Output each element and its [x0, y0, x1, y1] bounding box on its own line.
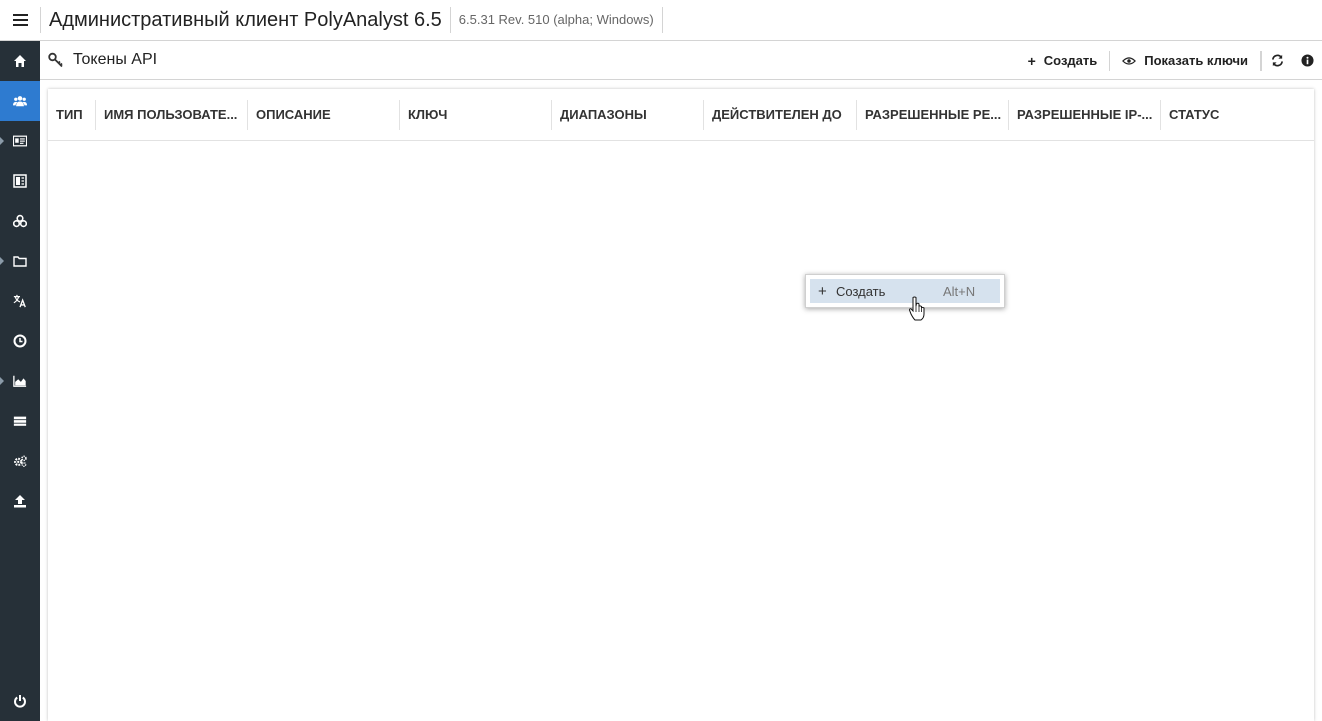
sidebar-item-history[interactable] — [0, 321, 40, 361]
sidebar-item-dictionary[interactable] — [0, 161, 40, 201]
page-title: Токены API — [73, 51, 158, 68]
sidebar-item-id-card[interactable] — [0, 121, 40, 161]
id-card-icon — [13, 135, 27, 147]
sidebar-item-servers[interactable] — [0, 401, 40, 441]
power-icon — [14, 695, 26, 708]
context-menu-create[interactable]: + Создать Alt+N — [810, 279, 1000, 303]
table-header: ТИП ИМЯ ПОЛЬЗОВАТЕ... ОПИСАНИЕ КЛЮЧ ДИАП… — [48, 89, 1314, 141]
sidebar-item-settings[interactable] — [0, 441, 40, 481]
folder-icon — [13, 256, 27, 267]
sidebar — [0, 41, 40, 721]
server-icon — [13, 416, 27, 426]
column-header-scopes[interactable]: ДИАПАЗОНЫ — [552, 100, 704, 130]
context-menu: + Создать Alt+N — [805, 274, 1005, 308]
cubes-icon — [13, 214, 27, 228]
sidebar-item-users[interactable] — [0, 81, 40, 121]
book-icon — [13, 174, 27, 188]
refresh-icon — [1271, 54, 1283, 67]
top-bar: Административный клиент PolyAnalyst 6.5 … — [0, 0, 1322, 41]
sidebar-item-statistics[interactable] — [0, 361, 40, 401]
refresh-button[interactable] — [1262, 51, 1292, 71]
page-toolbar: Токены API + Создать Показать ключи — [40, 41, 1322, 80]
sidebar-item-home[interactable] — [0, 41, 40, 81]
app-version: 6.5.31 Rev. 510 (alpha; Windows) — [449, 7, 663, 33]
column-header-valid-until[interactable]: ДЕЙСТВИТЕЛЕН ДО — [704, 100, 857, 130]
plus-icon: + — [1027, 52, 1036, 69]
sidebar-item-cubes[interactable] — [0, 201, 40, 241]
tokens-table: ТИП ИМЯ ПОЛЬЗОВАТЕ... ОПИСАНИЕ КЛЮЧ ДИАП… — [48, 89, 1314, 721]
sidebar-item-upload[interactable] — [0, 481, 40, 521]
show-keys-button-label: Показать ключи — [1144, 53, 1248, 68]
area-chart-icon — [13, 375, 27, 387]
show-keys-button[interactable]: Показать ключи — [1110, 50, 1261, 71]
column-header-key[interactable]: КЛЮЧ — [400, 100, 552, 130]
column-header-allowed-resources[interactable]: РАЗРЕШЕННЫЕ РЕ... — [857, 100, 1009, 130]
info-icon — [1300, 54, 1314, 67]
upload-icon — [14, 495, 26, 508]
create-button-label: Создать — [1043, 53, 1098, 68]
column-header-username[interactable]: ИМЯ ПОЛЬЗОВАТЕ... — [96, 100, 248, 130]
key-icon — [48, 52, 64, 68]
users-icon — [13, 96, 27, 107]
hand-cursor-icon — [908, 296, 925, 321]
column-header-status[interactable]: СТАТУС — [1161, 100, 1314, 130]
plus-icon: + — [818, 282, 827, 300]
info-button[interactable] — [1292, 51, 1322, 71]
eye-icon — [1122, 53, 1137, 69]
column-header-type[interactable]: ТИП — [48, 100, 96, 130]
sidebar-item-translate[interactable] — [0, 281, 40, 321]
create-button[interactable]: + Создать — [1016, 50, 1111, 71]
cogs-icon — [14, 455, 27, 467]
menu-icon[interactable] — [0, 0, 40, 40]
context-menu-create-shortcut: Alt+N — [943, 283, 976, 299]
sidebar-item-logout[interactable] — [0, 681, 40, 721]
app-title: Административный клиент PolyAnalyst 6.5 — [40, 7, 450, 33]
context-menu-create-label: Создать — [836, 283, 886, 299]
column-header-description[interactable]: ОПИСАНИЕ — [248, 100, 400, 130]
translate-icon — [13, 294, 26, 308]
clock-icon — [13, 334, 27, 348]
sidebar-item-folder[interactable] — [0, 241, 40, 281]
column-header-allowed-ips[interactable]: РАЗРЕШЕННЫЕ IP-... — [1009, 100, 1161, 130]
home-icon — [14, 55, 26, 67]
